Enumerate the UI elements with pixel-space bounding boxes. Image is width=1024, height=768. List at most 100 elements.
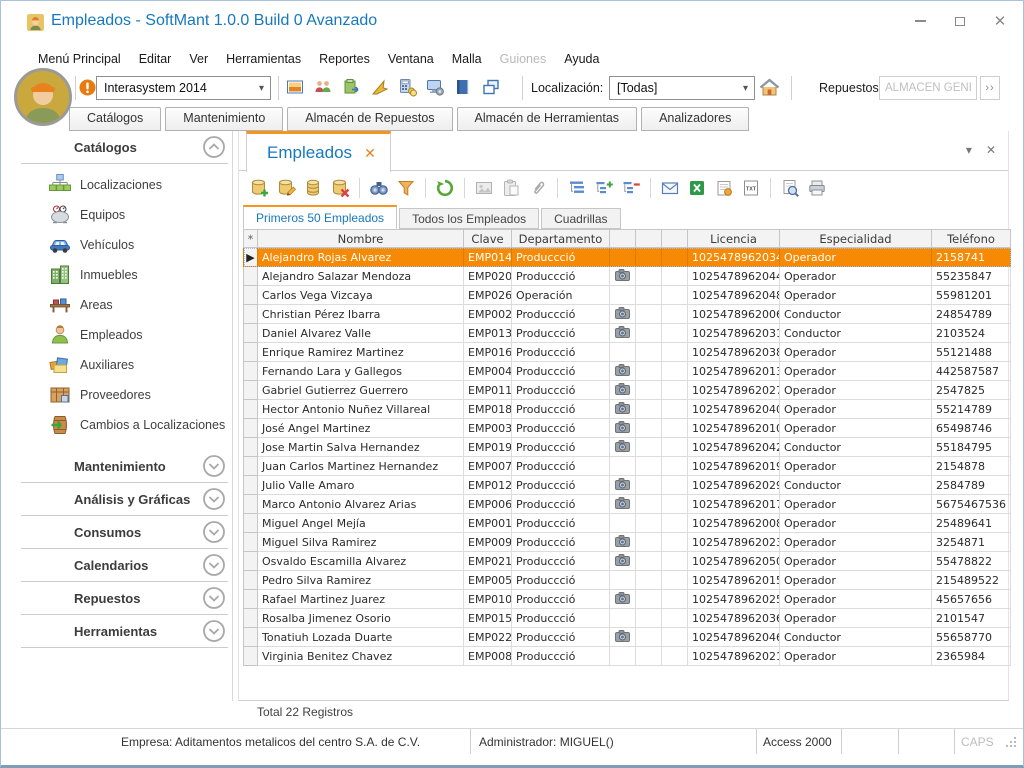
table-row[interactable]: Miguel Silva RamirezEMP009Produccció1025… <box>244 533 1011 552</box>
menu-ayuda[interactable]: Ayuda <box>555 49 608 69</box>
windows-icon[interactable] <box>481 77 501 97</box>
table-row[interactable]: Gabriel Gutierrez GuerreroEMP011Produccc… <box>244 381 1011 400</box>
table-row[interactable]: Marco Antonio Alvarez AriasEMP006Producc… <box>244 495 1011 514</box>
table-row[interactable]: ▶Alejandro Rojas AlvarezEMP014Produccció… <box>244 248 1011 267</box>
sidebar-section-mantenimiento[interactable]: Mantenimiento <box>21 450 232 482</box>
sidebar-section-consumos[interactable]: Consumos <box>21 516 232 548</box>
column-header-telefono[interactable]: Teléfono <box>932 230 1011 248</box>
module-tab-mantenimiento[interactable]: Mantenimiento <box>165 107 283 131</box>
filter-icon[interactable] <box>396 178 416 198</box>
table-row[interactable]: Juan Carlos Martinez HernandezEMP007Prod… <box>244 457 1011 476</box>
minimize-button[interactable] <box>907 11 933 31</box>
sidebar-section-repuestos[interactable]: Repuestos <box>21 582 232 614</box>
excel-export-icon[interactable] <box>687 178 707 198</box>
expand-section-icon[interactable] <box>202 586 226 615</box>
note-icon[interactable] <box>714 178 734 198</box>
column-header-especialidad[interactable]: Especialidad <box>780 230 932 248</box>
table-row[interactable]: Virginia Benitez ChavezEMP008Produccció1… <box>244 647 1011 666</box>
collapse-tree-icon[interactable] <box>621 178 641 198</box>
table-row[interactable]: Christian Pérez IbarraEMP002Produccció10… <box>244 305 1011 324</box>
menu-reportes[interactable]: Reportes <box>310 49 379 69</box>
sidebar-section-analisis-y-graficas[interactable]: Análisis y Gráficas <box>21 483 232 515</box>
table-row[interactable]: Rafael Martinez JuarezEMP010Produccció10… <box>244 590 1011 609</box>
archive-out-icon[interactable] <box>341 77 361 97</box>
sidebar-item-equipos[interactable]: Equipos <box>21 200 232 230</box>
delete-record-icon[interactable] <box>330 178 350 198</box>
home-icon[interactable] <box>759 78 780 98</box>
module-tab-catalogos[interactable]: Catálogos <box>69 107 161 131</box>
print-preview-icon[interactable] <box>780 178 800 198</box>
table-row[interactable]: Enrique Ramirez MartinezEMP016Produccció… <box>244 343 1011 362</box>
expand-section-icon[interactable] <box>202 553 226 582</box>
module-tab-analizadores[interactable]: Analizadores <box>641 107 749 131</box>
expand-tree-icon[interactable] <box>594 178 614 198</box>
localizacion-selector[interactable]: [Todas] ▾ <box>609 76 755 100</box>
table-row[interactable]: Fernando Lara y GallegosEMP004Produccció… <box>244 362 1011 381</box>
resize-grip[interactable] <box>1005 736 1017 748</box>
column-header-icon[interactable] <box>610 230 636 248</box>
email-icon[interactable] <box>660 178 680 198</box>
table-row[interactable]: Rosalba Jimenez OsorioEMP015Produccció10… <box>244 609 1011 628</box>
expand-section-icon[interactable] <box>202 454 226 483</box>
expand-section-icon[interactable] <box>202 619 226 648</box>
sidebar-item-areas[interactable]: Areas <box>21 290 232 320</box>
sidebar-item-proveedores[interactable]: Proveedores <box>21 380 232 410</box>
tab-close-icon[interactable]: ✕ <box>364 145 376 162</box>
menu-ver[interactable]: Ver <box>180 49 217 69</box>
book-icon[interactable] <box>453 77 473 97</box>
sidebar-item-empleados[interactable]: Empleados <box>21 320 232 350</box>
menu-malla[interactable]: Malla <box>443 49 491 69</box>
repuestos-browse-button[interactable]: ›› <box>980 76 1000 100</box>
table-row[interactable]: Alejandro Salazar MendozaEMP020Produccci… <box>244 267 1011 286</box>
close-button[interactable]: ✕ <box>987 11 1013 31</box>
sidebar-section-herramientas[interactable]: Herramientas <box>21 615 232 647</box>
refresh-icon[interactable] <box>435 178 455 198</box>
column-header-departamento[interactable]: Departamento <box>512 230 610 248</box>
print-icon[interactable] <box>807 178 827 198</box>
sidebar-item-inmuebles[interactable]: Inmuebles <box>21 260 232 290</box>
expand-section-icon[interactable] <box>202 487 226 516</box>
calculator-icon[interactable] <box>397 77 417 97</box>
menu-menu-principal[interactable]: Menú Principal <box>29 49 130 69</box>
add-record-icon[interactable] <box>249 178 269 198</box>
company-selector[interactable]: Interasystem 2014 ▾ <box>96 76 271 100</box>
column-header-icon[interactable] <box>636 230 662 248</box>
table-row[interactable]: Tonatiuh Lozada DuarteEMP022Produccció10… <box>244 628 1011 647</box>
column-header-licencia[interactable]: Licencia <box>688 230 780 248</box>
subtab-todos-los-empleados[interactable]: Todos los Empleados <box>399 208 539 229</box>
column-header-clave[interactable]: Clave <box>464 230 512 248</box>
sidebar-section-calendarios[interactable]: Calendarios <box>21 549 232 581</box>
column-header-icon[interactable] <box>662 230 688 248</box>
sidebar-section-catalogos[interactable]: Catálogos <box>21 131 232 163</box>
table-row[interactable]: Jose Martin Salva HernandezEMP019Producc… <box>244 438 1011 457</box>
expand-section-icon[interactable] <box>202 520 226 549</box>
tabstrip-close-icon[interactable]: ✕ <box>986 143 996 157</box>
users-icon[interactable] <box>313 77 333 97</box>
tab-empleados[interactable]: Empleados ✕ <box>246 131 391 172</box>
tab-list-chevron-icon[interactable]: ▾ <box>966 143 972 157</box>
table-row[interactable]: Carlos Vega VizcayaEMP026Operación102547… <box>244 286 1011 305</box>
group-list-icon[interactable] <box>567 178 587 198</box>
maximize-button[interactable] <box>947 11 973 31</box>
table-row[interactable]: Daniel Alvarez ValleEMP013Produccció1025… <box>244 324 1011 343</box>
sidebar-item-vehiculos[interactable]: Vehículos <box>21 230 232 260</box>
data-record-icon[interactable] <box>303 178 323 198</box>
table-row[interactable]: Julio Valle AmaroEMP012Produccció1025478… <box>244 476 1011 495</box>
sidebar-item-auxiliares[interactable]: Auxiliares <box>21 350 232 380</box>
table-row[interactable]: Osvaldo Escamilla AlvarezEMP021Produccci… <box>244 552 1011 571</box>
sidebar-item-cambios-a-localizaciones[interactable]: Cambios a Localizaciones <box>21 410 232 440</box>
find-icon[interactable] <box>369 178 389 198</box>
subtab-cuadrillas[interactable]: Cuadrillas <box>541 208 620 229</box>
subtab-primeros-50-empleados[interactable]: Primeros 50 Empleados <box>243 205 397 229</box>
sidebar-item-localizaciones[interactable]: Localizaciones <box>21 170 232 200</box>
table-row[interactable]: Miguel Angel MejíaEMP001Produccció102547… <box>244 514 1011 533</box>
image-icon[interactable] <box>285 77 305 97</box>
table-row[interactable]: José Angel MartinezEMP003Produccció10254… <box>244 419 1011 438</box>
menu-ventana[interactable]: Ventana <box>379 49 443 69</box>
monitor-settings-icon[interactable] <box>425 77 445 97</box>
txt-export-icon[interactable]: TXT <box>741 178 761 198</box>
table-row[interactable]: Hector Antonio Nuñez VillarealEMP018Prod… <box>244 400 1011 419</box>
repuestos-field[interactable] <box>879 76 977 100</box>
collapse-section-icon[interactable] <box>202 135 226 164</box>
edit-record-icon[interactable] <box>276 178 296 198</box>
